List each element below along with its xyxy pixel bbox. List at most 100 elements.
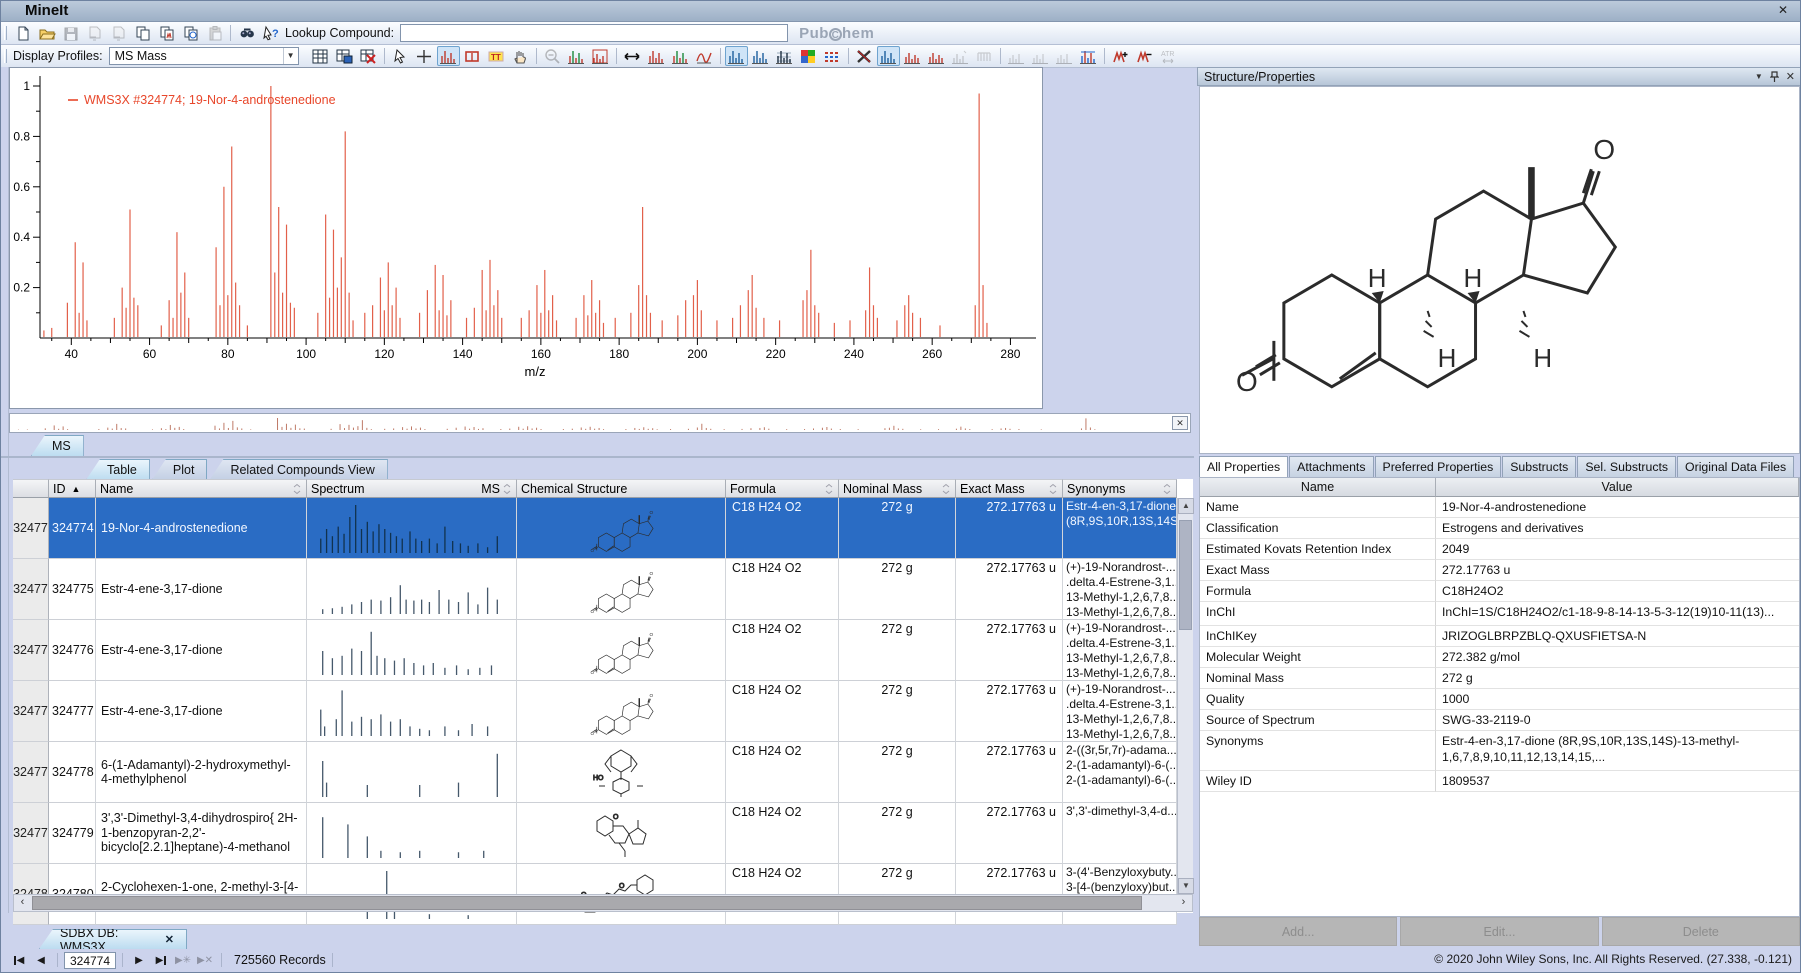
open-file-icon[interactable] <box>35 23 58 43</box>
panel-menu-icon[interactable]: ▼ <box>1755 72 1763 81</box>
region-zoom-icon[interactable] <box>461 46 484 66</box>
cell-name[interactable]: Estr-4-ene-3,17-dione <box>96 559 307 620</box>
new-file-icon[interactable] <box>11 23 34 43</box>
property-value[interactable]: SWG-33-2119-0 <box>1436 710 1799 731</box>
tab-preferred-properties[interactable]: Preferred Properties <box>1375 456 1502 477</box>
column-header-nominal[interactable]: Nominal Mass <box>839 479 956 498</box>
database-tab-close-icon[interactable]: ✕ <box>165 933 174 946</box>
cell-spectrum[interactable] <box>307 803 517 864</box>
select-tool-icon[interactable] <box>389 46 412 66</box>
peaks-compare-icon[interactable] <box>669 46 692 66</box>
cell-spectrum[interactable] <box>307 681 517 742</box>
horizontal-scrollbar[interactable]: ‹ › <box>13 894 1193 912</box>
normalize-icon[interactable] <box>1005 46 1028 66</box>
toolbar-grip[interactable] <box>4 26 7 40</box>
cell-formula[interactable]: C18 H24 O2 <box>726 803 839 864</box>
peak-pick-icon[interactable] <box>437 46 460 66</box>
peak-label-icon[interactable] <box>949 46 972 66</box>
lookup-compound-input[interactable] <box>400 24 788 42</box>
property-value[interactable]: Estrogens and derivatives <box>1436 518 1799 539</box>
panel-header[interactable]: Structure/Properties ▼ ✕ <box>1197 67 1801 86</box>
table-edit-icon[interactable] <box>333 46 356 66</box>
chevron-down-icon[interactable]: ▼ <box>283 48 298 64</box>
column-header-synonyms[interactable]: Synonyms <box>1063 479 1177 498</box>
prop-header-value[interactable]: Value <box>1436 478 1799 497</box>
spectrum-zoom-icon[interactable] <box>565 46 588 66</box>
delete-record-button[interactable]: ▶✕ <box>195 951 215 969</box>
structure-viewer[interactable]: O O H H H H <box>1199 86 1800 454</box>
cell-formula[interactable]: C18 H24 O2 <box>726 559 839 620</box>
cell-spectrum[interactable] <box>307 620 517 681</box>
cell-exact-mass[interactable]: 272.17763 u <box>956 742 1063 803</box>
cell-structure[interactable]: O <box>517 803 726 864</box>
tab-related-compounds-view[interactable]: Related Compounds View <box>209 459 387 480</box>
cell-exact-mass[interactable]: 272.17763 u <box>956 803 1063 864</box>
scale-down-icon[interactable] <box>1053 46 1076 66</box>
row-gutter[interactable]: 32477 <box>13 803 49 864</box>
cell-structure[interactable]: O O <box>517 498 726 559</box>
comb-display-icon[interactable] <box>973 46 996 66</box>
export-icon[interactable] <box>83 23 106 43</box>
current-record-input[interactable]: 324774 <box>64 952 116 969</box>
overview-close-icon[interactable]: ✕ <box>1172 416 1188 430</box>
cell-nominal-mass[interactable]: 272 g <box>839 620 956 681</box>
tab-attachments[interactable]: Attachments <box>1289 456 1373 477</box>
cell-synonyms[interactable]: 3',3'-dimethyl-3,4-d... <box>1063 803 1177 864</box>
next-record-button[interactable]: ▶ <box>129 951 149 969</box>
find-icon[interactable] <box>235 23 258 43</box>
property-value[interactable]: 272.382 g/mol <box>1436 647 1799 668</box>
cell-exact-mass[interactable]: 272.17763 u <box>956 681 1063 742</box>
row-gutter[interactable]: 32477 <box>13 742 49 803</box>
row-gutter[interactable]: 32477 <box>13 681 49 742</box>
tile-spectra-icon[interactable] <box>925 46 948 66</box>
window-close-button[interactable]: ✕ <box>1772 3 1794 19</box>
tab-all-properties[interactable]: All Properties <box>1199 456 1288 477</box>
cell-nominal-mass[interactable]: 272 g <box>839 559 956 620</box>
mass-subtract-icon[interactable] <box>1133 46 1156 66</box>
edit-button[interactable]: Edit... <box>1400 917 1598 946</box>
property-value[interactable]: C18H24O2 <box>1436 581 1799 602</box>
pane-divider[interactable] <box>1 456 1194 458</box>
mass-add-icon[interactable] <box>1109 46 1132 66</box>
cell-spectrum[interactable] <box>307 559 517 620</box>
cell-nominal-mass[interactable]: 272 g <box>839 742 956 803</box>
horizontal-scroll-thumb[interactable] <box>32 896 1142 910</box>
scroll-left-icon[interactable]: ‹ <box>14 895 31 911</box>
property-value[interactable]: 272 g <box>1436 668 1799 689</box>
cell-id[interactable]: 324779 <box>49 803 96 864</box>
spectrum-overview-strip[interactable]: ✕ <box>9 413 1191 433</box>
display-profiles-select[interactable]: MS Mass ▼ <box>109 47 299 65</box>
annotate-icon[interactable]: TT <box>485 46 508 66</box>
crosshair-tool-icon[interactable] <box>413 46 436 66</box>
atr-correction-icon[interactable]: ATR <box>1157 46 1180 66</box>
cell-id[interactable]: 324777 <box>49 681 96 742</box>
scroll-down-icon[interactable]: ▼ <box>1178 878 1194 894</box>
table-view-icon[interactable] <box>309 46 332 66</box>
baseline-icon[interactable] <box>693 46 716 66</box>
tab-substructs[interactable]: Substructs <box>1502 456 1576 477</box>
cell-exact-mass[interactable]: 272.17763 u <box>956 498 1063 559</box>
column-header-formula[interactable]: Formula <box>726 479 839 498</box>
cell-structure[interactable]: HO <box>517 742 726 803</box>
cell-id[interactable]: 324775 <box>49 559 96 620</box>
cell-synonyms[interactable]: (+)-19-Norandrost-....delta.4-Estrene-3,… <box>1063 681 1177 742</box>
spectrum-chart[interactable]: 10.80.60.40.2406080100120140160180200220… <box>9 67 1043 409</box>
property-value[interactable]: 1809537 <box>1436 771 1799 792</box>
cell-synonyms[interactable]: 2-((3r,5r,7r)-adama...2-(1-adamantyl)-6-… <box>1063 742 1177 803</box>
clear-spectra-icon[interactable] <box>853 46 876 66</box>
cell-name[interactable]: 19-Nor-4-androstenedione <box>96 498 307 559</box>
cell-name[interactable]: 3',3'-Dimethyl-3,4-dihydrospiro{ 2H-1-be… <box>96 803 307 864</box>
column-header-spectrum[interactable]: SpectrumMS <box>307 479 517 498</box>
column-header-id[interactable]: ID▲ <box>49 479 96 498</box>
cell-formula[interactable]: C18 H24 O2 <box>726 681 839 742</box>
ms-view-tab[interactable]: MS <box>31 435 84 456</box>
cell-exact-mass[interactable]: 272.17763 u <box>956 620 1063 681</box>
scale-up-icon[interactable] <box>1029 46 1052 66</box>
pin-icon[interactable] <box>1770 71 1779 83</box>
cell-structure[interactable]: O O <box>517 681 726 742</box>
column-header-gutter[interactable] <box>13 479 49 498</box>
table-remove-icon[interactable] <box>357 46 380 66</box>
scroll-right-icon[interactable]: › <box>1175 895 1192 911</box>
vertical-scroll-thumb[interactable] <box>1179 520 1192 630</box>
cell-structure[interactable]: O O <box>517 559 726 620</box>
